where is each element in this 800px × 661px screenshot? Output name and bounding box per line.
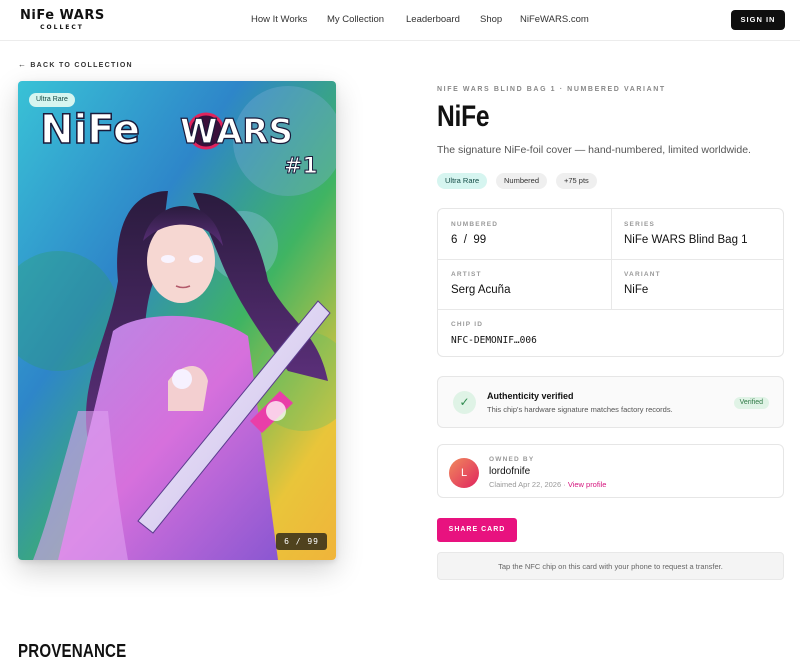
logo-wordmark: NiFe WARS (20, 8, 105, 23)
view-profile-link[interactable]: View profile (568, 480, 607, 489)
svg-text:#1: #1 (284, 154, 318, 179)
sign-in-button[interactable]: SIGN IN (731, 10, 785, 30)
card-subtitle: The signature NiFe-foil cover — hand-num… (437, 144, 751, 156)
spec-label: VARIANT (624, 271, 661, 278)
logo-subtitle: COLLECT (40, 24, 84, 31)
spec-series: SERIES NiFe WARS Blind Bag 1 (624, 221, 748, 246)
page-title: NiFe (437, 100, 490, 133)
card-number-badge: 6 / 99 (276, 533, 327, 550)
verified-badge: Verified (733, 397, 769, 409)
spec-label: NUMBERED (451, 221, 499, 228)
share-card-button[interactable]: SHARE CARD (437, 518, 517, 542)
nfc-transfer-note: Tap the NFC chip on this card with your … (437, 552, 784, 580)
owner-panel: L OWNED BY lordofnife Claimed Apr 22, 20… (437, 444, 784, 498)
owner-name: lordofnife (489, 466, 531, 477)
claimed-info: Claimed Apr 22, 2026 · View profile (489, 480, 606, 489)
authenticity-panel: ✓ Authenticity verified This chip's hard… (437, 376, 784, 428)
svg-text:WARS: WARS (180, 112, 293, 152)
spec-artist: ARTIST Serg Acuña (451, 271, 510, 296)
spec-numbered: NUMBERED 6 / 99 (451, 221, 498, 246)
nav-leaderboard[interactable]: Leaderboard (406, 14, 460, 25)
spec-value: NFC-DEMONIF…006 (451, 335, 537, 346)
nav-nifewars-site[interactable]: NiFeWARS.com (520, 14, 589, 25)
spec-divider (438, 309, 783, 310)
back-to-collection-link[interactable]: ← BACK TO COLLECTION (18, 60, 133, 69)
provenance-heading: PROVENANCE (18, 641, 127, 661)
card-specs-panel: NUMBERED 6 / 99 SERIES NiFe WARS Blind B… (437, 208, 784, 357)
card-illustration: NiFe WARS #1 (18, 81, 336, 560)
nav-my-collection[interactable]: My Collection (327, 14, 384, 25)
spec-value: Serg Acuña (451, 284, 511, 296)
owner-label: OWNED BY (489, 456, 535, 463)
nav-shop[interactable]: Shop (480, 14, 502, 25)
nav-how-it-works[interactable]: How It Works (251, 14, 307, 25)
claimed-date: Claimed Apr 22, 2026 · (489, 480, 566, 489)
authenticity-title: Authenticity verified (487, 391, 574, 401)
spec-label: CHIP ID (451, 321, 484, 328)
back-link-label: BACK TO COLLECTION (30, 62, 133, 69)
top-navigation-bar: NiFe WARS COLLECT How It Works My Collec… (0, 0, 800, 41)
authenticity-description: This chip's hardware signature matches f… (487, 405, 673, 414)
spec-variant: VARIANT NiFe (624, 271, 661, 296)
series-kicker: NIFE WARS BLIND BAG 1 · NUMBERED VARIANT (437, 86, 666, 93)
spec-label: ARTIST (451, 271, 482, 278)
avatar[interactable]: L (449, 458, 479, 488)
tag-ultra-rare: Ultra Rare (437, 173, 488, 189)
arrow-left-icon: ← (18, 60, 28, 69)
tag-points: +75 pts (556, 173, 597, 189)
tag-numbered: Numbered (496, 173, 548, 189)
spec-chip-id: CHIP ID NFC-DEMONIF…006 (451, 321, 537, 346)
spec-label: SERIES (624, 221, 656, 228)
card-artwork: NiFe WARS #1 Ultra Rare 6 / 99 (18, 81, 336, 560)
check-icon: ✓ (453, 391, 476, 414)
nifewars-logo[interactable]: NiFe WARS COLLECT (20, 9, 108, 35)
spec-value: 6 / 99 (451, 234, 487, 246)
rarity-pill: Ultra Rare (29, 93, 75, 107)
spec-divider (438, 259, 783, 260)
spec-value: NiFe (624, 284, 649, 296)
svg-text:NiFe: NiFe (40, 107, 140, 153)
spec-value: NiFe WARS Blind Bag 1 (624, 234, 748, 246)
